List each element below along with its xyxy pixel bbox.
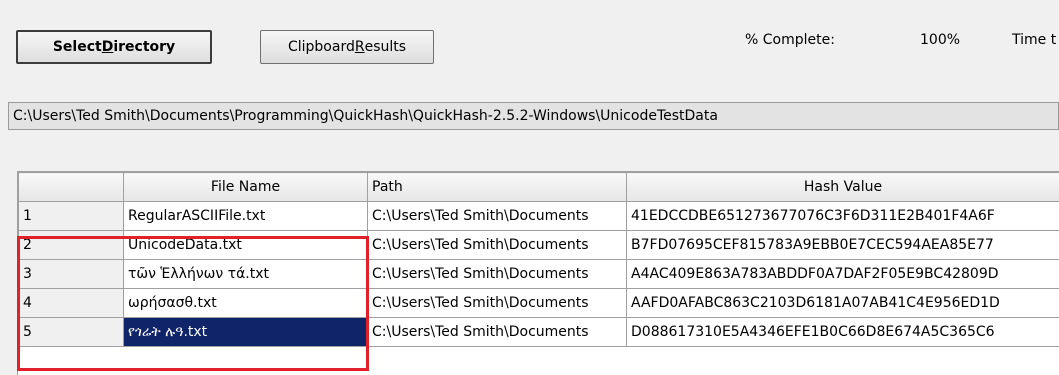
path-cell[interactable]: C:\Users\Ted Smith\Documents [368, 202, 627, 231]
row-number: 5 [19, 318, 124, 347]
table-row[interactable]: 1 RegularASCIIFile.txt C:\Users\Ted Smit… [19, 202, 1059, 231]
select-directory-label: Select [53, 39, 102, 55]
results-table: File Name Path Hash Value 1 RegularASCII… [18, 172, 1059, 347]
hash-cell[interactable]: D088617310E5A4346EFE1B0C66D8E674A5C365C6 [627, 318, 1059, 347]
clipboard-results-accel: R [355, 39, 365, 55]
row-number: 4 [19, 289, 124, 318]
file-name-cell[interactable]: ωρήσασθ.txt [124, 289, 368, 318]
hash-cell[interactable]: 41EDCCDBE651273677076C3F6D311E2B401F4A6F [627, 202, 1059, 231]
file-name-cell-selected[interactable]: የጎሬት ሉዓ.txt [124, 318, 368, 347]
directory-path-field[interactable]: C:\Users\Ted Smith\Documents\Programming… [8, 102, 1059, 130]
select-directory-accel: D [102, 39, 114, 55]
select-directory-label-rest: irectory [113, 39, 175, 55]
select-directory-button[interactable]: Select Directory [16, 30, 212, 64]
time-label: Time t [1012, 32, 1056, 48]
clipboard-results-button[interactable]: Clipboard Results [260, 30, 434, 64]
row-number: 1 [19, 202, 124, 231]
file-name-cell[interactable]: RegularASCIIFile.txt [124, 202, 368, 231]
file-name-cell[interactable]: τῶν Ἑλλήνων τά.txt [124, 260, 368, 289]
row-number: 3 [19, 260, 124, 289]
results-grid[interactable]: File Name Path Hash Value 1 RegularASCII… [17, 171, 1059, 375]
column-header-file-name[interactable]: File Name [124, 173, 368, 202]
hash-cell[interactable]: A4AC409E863A783ABDDF0A7DAF2F05E9BC42809D [627, 260, 1059, 289]
table-row-selected[interactable]: 5 የጎሬት ሉዓ.txt C:\Users\Ted Smith\Documen… [19, 318, 1059, 347]
percent-complete-label: % Complete: [745, 32, 835, 48]
table-row[interactable]: 3 τῶν Ἑλλήνων τά.txt C:\Users\Ted Smith\… [19, 260, 1059, 289]
table-row[interactable]: 4 ωρήσασθ.txt C:\Users\Ted Smith\Documen… [19, 289, 1059, 318]
row-number: 2 [19, 231, 124, 260]
path-cell[interactable]: C:\Users\Ted Smith\Documents [368, 289, 627, 318]
hash-cell[interactable]: AAFD0AFABC863C2103D6181A07AB41C4E956ED1D [627, 289, 1059, 318]
table-row[interactable]: 2 UnicodeData.txt C:\Users\Ted Smith\Doc… [19, 231, 1059, 260]
path-cell[interactable]: C:\Users\Ted Smith\Documents [368, 318, 627, 347]
hash-cell[interactable]: B7FD07695CEF815783A9EBB0E7CEC594AEA85E77 [627, 231, 1059, 260]
table-header-row: File Name Path Hash Value [19, 173, 1059, 202]
column-header-path[interactable]: Path [368, 173, 627, 202]
column-header-index[interactable] [19, 173, 124, 202]
path-cell[interactable]: C:\Users\Ted Smith\Documents [368, 260, 627, 289]
file-name-cell[interactable]: UnicodeData.txt [124, 231, 368, 260]
clipboard-results-label: Clipboard [288, 39, 355, 55]
column-header-hash-value[interactable]: Hash Value [627, 173, 1059, 202]
path-cell[interactable]: C:\Users\Ted Smith\Documents [368, 231, 627, 260]
clipboard-results-label-rest: esults [365, 39, 406, 55]
percent-complete-value: 100% [920, 32, 960, 48]
